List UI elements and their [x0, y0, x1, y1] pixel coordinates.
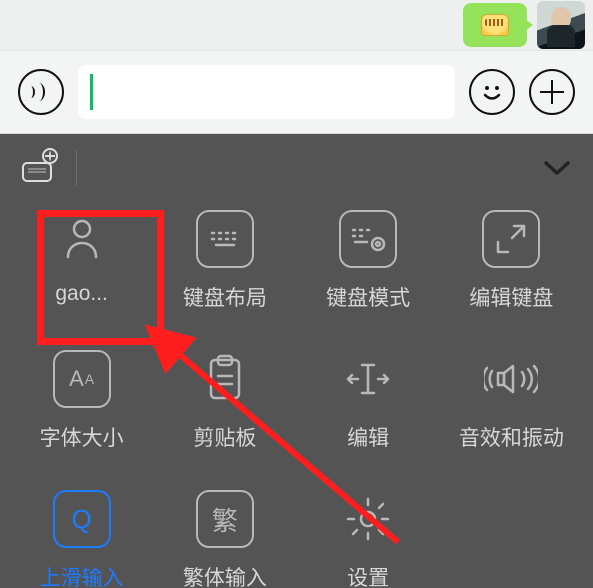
panel-toolbar	[0, 134, 593, 202]
user-avatar[interactable]	[537, 1, 585, 49]
message-input[interactable]	[78, 65, 455, 119]
gear-icon	[339, 490, 397, 548]
sound-wave-icon	[31, 82, 51, 102]
grid-item-fontsize[interactable]: AA 字体大小	[10, 350, 153, 452]
grid-item-clipboard[interactable]: 剪贴板	[153, 350, 296, 452]
grid-label: 编辑	[347, 422, 389, 452]
person-icon	[53, 210, 111, 268]
grid-item-edit[interactable]: 编辑	[297, 350, 440, 452]
keyboard-settings-panel: gao... 键盘布局 键盘模式	[0, 134, 593, 588]
grid-item-layout[interactable]: 键盘布局	[153, 210, 296, 312]
chat-message-row	[0, 0, 593, 50]
chevron-down-icon	[543, 160, 571, 176]
keyboard-icon	[196, 210, 254, 268]
grid-item-editkb[interactable]: 编辑键盘	[440, 210, 583, 312]
q-key-icon: Q	[53, 490, 111, 548]
grid-item-swipe[interactable]: Q 上滑输入	[10, 490, 153, 588]
grid-label: 键盘模式	[326, 282, 410, 312]
clipboard-icon	[196, 350, 254, 408]
grid-item-mode[interactable]: 键盘模式	[297, 210, 440, 312]
grid-label: 音效和振动	[459, 422, 564, 452]
more-button[interactable]	[529, 69, 575, 115]
grid-label: 上滑输入	[40, 562, 124, 588]
text-cursor-icon	[339, 350, 397, 408]
grid-label: 剪贴板	[193, 422, 256, 452]
grid-item-settings[interactable]: 设置	[297, 490, 440, 588]
divider	[76, 150, 77, 186]
font-size-icon: AA	[53, 350, 111, 408]
grid-label: 字体大小	[40, 422, 124, 452]
keyboard-language-button[interactable]	[22, 154, 54, 182]
collapse-button[interactable]	[543, 160, 571, 176]
keyboard-icon	[22, 162, 52, 182]
vibration-icon	[482, 350, 540, 408]
grid-label: 设置	[347, 562, 389, 588]
grin-emoji	[481, 14, 509, 36]
grid-item-account[interactable]: gao...	[10, 210, 153, 312]
grid-item-trad[interactable]: 繁 繁体输入	[153, 490, 296, 588]
grid-item-soundvib[interactable]: 音效和振动	[440, 350, 583, 452]
resize-icon	[482, 210, 540, 268]
grid-label: 键盘布局	[183, 282, 267, 312]
chat-bubble[interactable]	[463, 3, 527, 47]
globe-icon	[42, 148, 58, 164]
traditional-icon: 繁	[196, 490, 254, 548]
keyboard-gear-icon	[339, 210, 397, 268]
voice-input-button[interactable]	[18, 69, 64, 115]
text-caret	[90, 74, 93, 110]
grid-label: gao...	[55, 282, 108, 306]
settings-grid: gao... 键盘布局 键盘模式	[0, 202, 593, 588]
chat-input-bar	[0, 50, 593, 134]
grid-label: 繁体输入	[183, 562, 267, 588]
emoji-button[interactable]	[469, 69, 515, 115]
smile-icon	[477, 77, 507, 107]
grid-label: 编辑键盘	[469, 282, 553, 312]
